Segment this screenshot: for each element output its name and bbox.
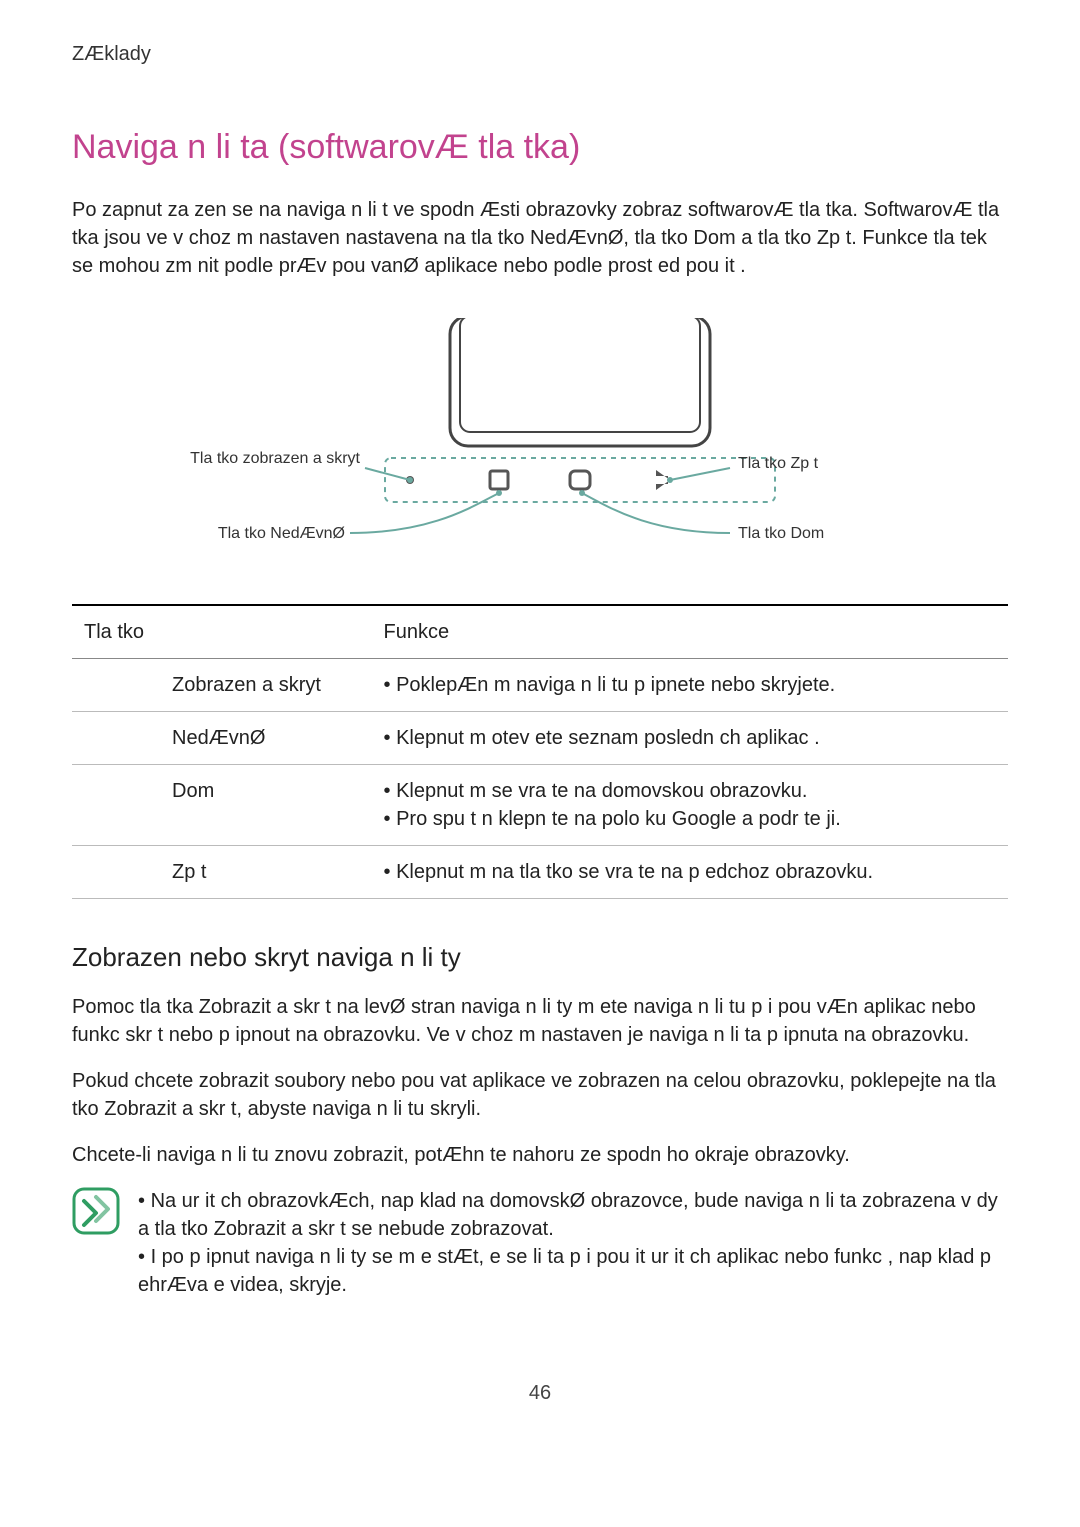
table-row: Zobrazen a skryt • PoklepÆn m naviga n l… (72, 658, 1008, 711)
cell-function: • Klepnut m otev ete seznam posledn ch a… (372, 711, 1008, 764)
diagram-label-back: Tla tko Zp t (738, 455, 819, 472)
intro-paragraph: Po zapnut za zen se na naviga n li t ve … (72, 196, 1008, 280)
page-title: Naviga n li ta (softwarovÆ tla tka) (72, 124, 1008, 172)
table-row: Zp t • Klepnut m na tla tko se vra te na… (72, 845, 1008, 898)
breadcrumb: ZÆklady (72, 40, 1008, 68)
th-function: Funkce (372, 605, 1008, 659)
table-row: Dom • Klepnut m se vra te na domovskou o… (72, 764, 1008, 845)
cell-button: NedÆvnØ (72, 711, 372, 764)
cell-function: • PoklepÆn m naviga n li tu p ipnete neb… (372, 658, 1008, 711)
function-table: Tla tko Funkce Zobrazen a skryt • Poklep… (72, 604, 1008, 899)
note-item-2: • I po p ipnut naviga n li ty se m e stÆ… (138, 1243, 1008, 1299)
paragraph-1: Pomoc tla tka Zobrazit a skr t na levØ s… (72, 993, 1008, 1049)
th-button: Tla tko (72, 605, 372, 659)
cell-button: Zp t (72, 845, 372, 898)
table-row: NedÆvnØ • Klepnut m otev ete seznam posl… (72, 711, 1008, 764)
nav-bar-diagram: Tla tko zobrazen a skryt Tla tko NedÆvnØ… (72, 308, 1008, 568)
diagram-label-recent: Tla tko NedÆvnØ (218, 525, 345, 542)
cell-function: • Klepnut m se vra te na domovskou obraz… (372, 764, 1008, 845)
diagram-label-show-hide: Tla tko zobrazen a skryt (190, 450, 360, 467)
sub-heading: Zobrazen nebo skryt naviga n li ty (72, 939, 1008, 975)
page-number: 46 (72, 1379, 1008, 1407)
diagram-label-home: Tla tko Dom (738, 525, 824, 542)
cell-button: Zobrazen a skryt (72, 658, 372, 711)
paragraph-3: Chcete-li naviga n li tu znovu zobrazit,… (72, 1141, 1008, 1169)
diagram-svg: Tla tko zobrazen a skryt Tla tko NedÆvnØ… (170, 308, 910, 568)
cell-button: Dom (72, 764, 372, 845)
note-icon (72, 1187, 120, 1235)
cell-function: • Klepnut m na tla tko se vra te na p ed… (372, 845, 1008, 898)
paragraph-2: Pokud chcete zobrazit soubory nebo pou v… (72, 1067, 1008, 1123)
note-item-1: • Na ur it ch obrazovkÆch, nap klad na d… (138, 1187, 1008, 1243)
